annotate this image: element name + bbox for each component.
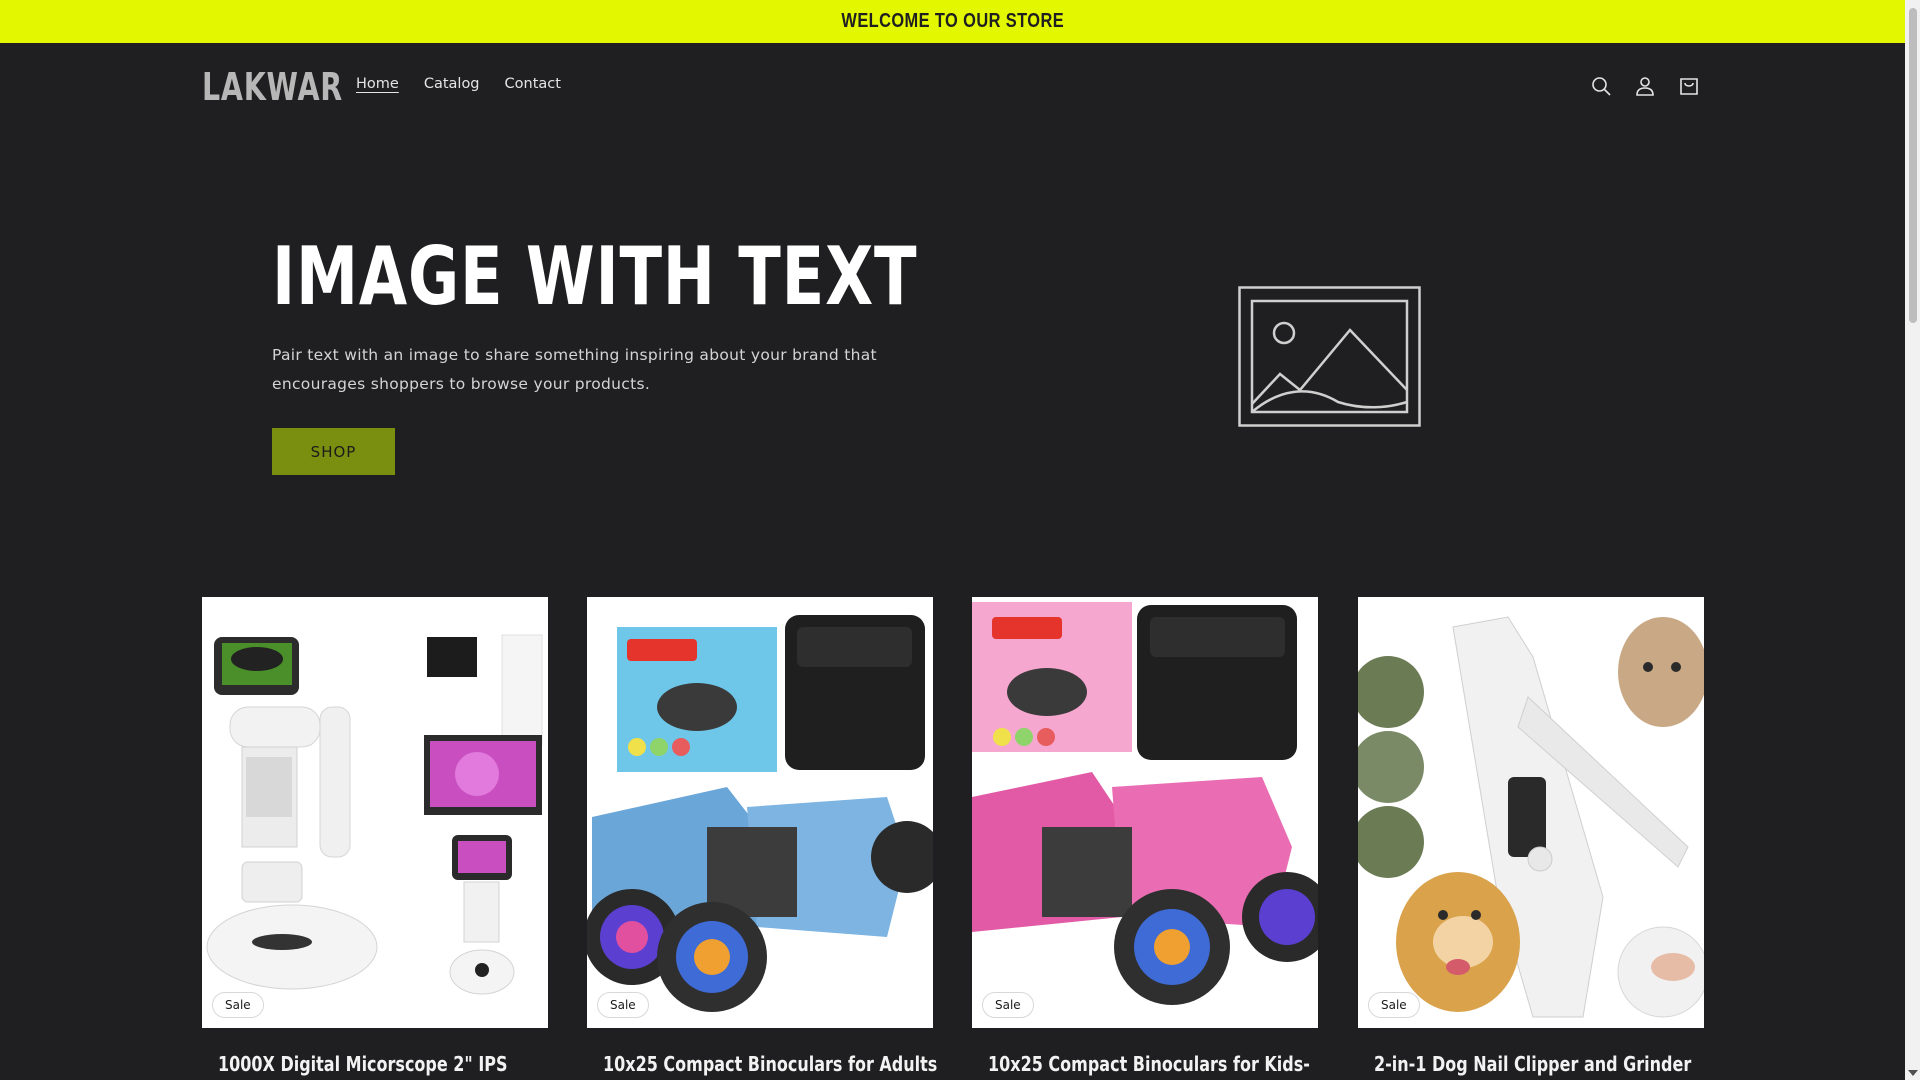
shop-button[interactable]: SHOP [272, 428, 395, 475]
product-card[interactable]: Sale 10x25 Compact Binoculars for Kids- [972, 597, 1318, 1076]
header-icons [1588, 73, 1702, 99]
product-title[interactable]: 2-in-1 Dog Nail Clipper and Grinder [1358, 1052, 1691, 1076]
scroll-down-arrow-icon[interactable] [1908, 1070, 1918, 1076]
hero-title: IMAGE WITH TEXT [272, 230, 918, 323]
product-card[interactable]: Sale 2-in-1 Dog Nail Clipper and Grinder [1358, 597, 1704, 1076]
sale-badge: Sale [212, 992, 264, 1018]
main-nav: Home Catalog Contact [356, 76, 561, 92]
product-image-blue-binoculars[interactable]: Sale [587, 597, 933, 1028]
nav-item-contact[interactable]: Contact [505, 76, 561, 92]
page-scrollbar[interactable] [1905, 0, 1920, 1080]
account-icon[interactable] [1632, 73, 1658, 99]
product-image-pink-binoculars[interactable]: Sale [972, 597, 1318, 1028]
product-grid: Sale 1000X Digital Micorscope 2" IPS Sal… [202, 597, 1704, 1080]
sale-badge: Sale [597, 992, 649, 1018]
announcement-bar: WELCOME TO OUR STORE [0, 0, 1905, 43]
announcement-text: WELCOME TO OUR STORE [841, 10, 1064, 32]
product-image-digital-microscope[interactable]: Sale [202, 597, 548, 1028]
store-logo[interactable]: LAKWAR [202, 65, 343, 109]
sale-badge: Sale [982, 992, 1034, 1018]
product-card[interactable]: Sale 1000X Digital Micorscope 2" IPS [202, 597, 548, 1076]
product-card[interactable]: Sale 10x25 Compact Binoculars for Adults [587, 597, 937, 1076]
cart-icon[interactable] [1676, 73, 1702, 99]
product-title[interactable]: 10x25 Compact Binoculars for Adults [587, 1052, 937, 1076]
product-title[interactable]: 10x25 Compact Binoculars for Kids- [972, 1052, 1310, 1076]
site-header: LAKWAR Home Catalog Contact [0, 43, 1905, 129]
nav-item-home[interactable]: Home [356, 76, 399, 92]
hero-description: Pair text with an image to share somethi… [272, 346, 877, 393]
image-placeholder-icon [1238, 286, 1421, 427]
scrollbar-thumb[interactable] [1909, 8, 1917, 323]
product-title[interactable]: 1000X Digital Micorscope 2" IPS [202, 1052, 508, 1076]
nav-item-catalog[interactable]: Catalog [424, 76, 480, 92]
search-icon[interactable] [1588, 73, 1614, 99]
sale-badge: Sale [1368, 992, 1420, 1018]
product-image-dog-nail-clipper[interactable]: Sale [1358, 597, 1704, 1028]
